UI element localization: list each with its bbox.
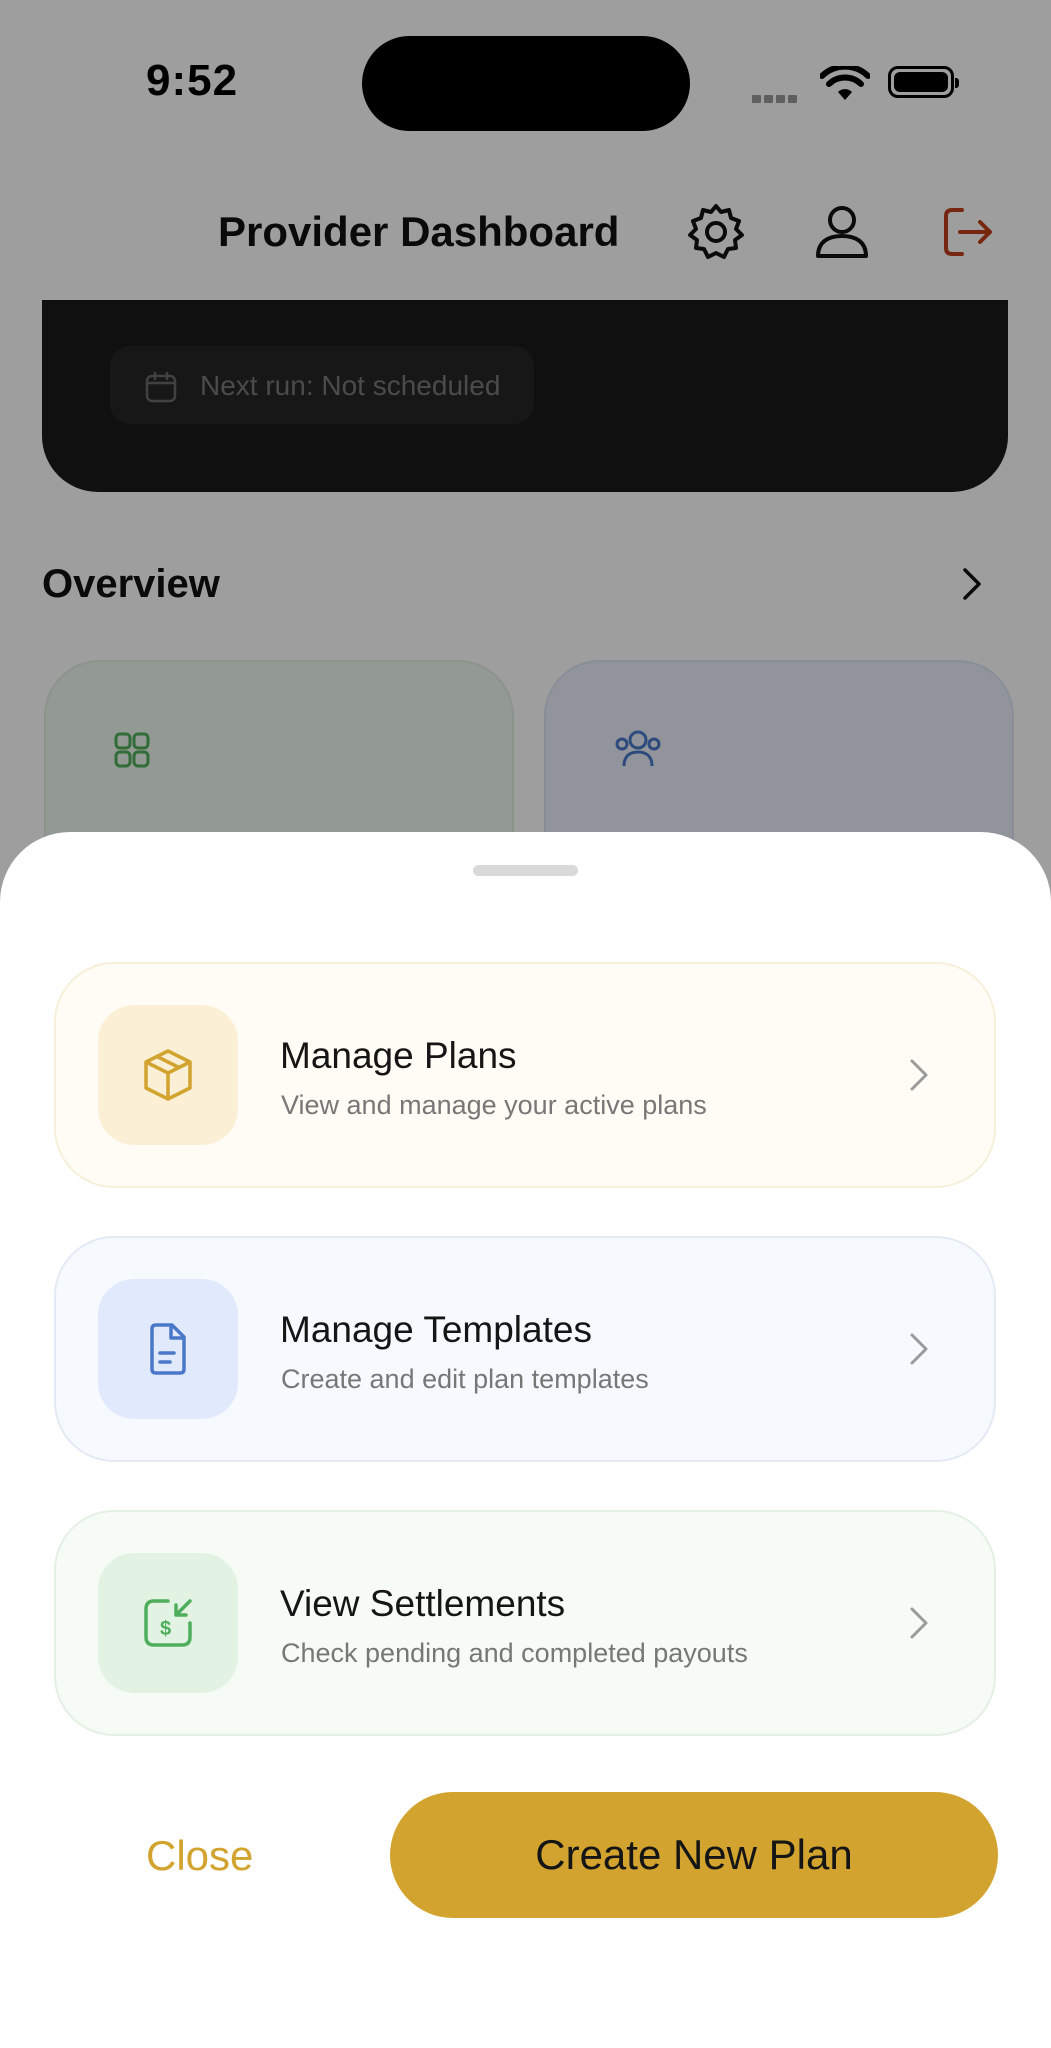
manage-templates-icon-box xyxy=(98,1279,238,1419)
box-icon xyxy=(144,1049,192,1101)
manage-templates-title: Manage Templates xyxy=(280,1309,592,1350)
document-icon xyxy=(150,1323,186,1375)
chevron-right-icon xyxy=(910,1059,928,1091)
create-new-plan-button[interactable]: Create New Plan xyxy=(390,1792,998,1918)
view-settlements-title: View Settlements xyxy=(280,1583,566,1624)
chevron-right-icon xyxy=(910,1607,928,1639)
settlement-icon: $ xyxy=(144,1599,192,1647)
view-settlements-icon-box: $ xyxy=(98,1553,238,1693)
manage-templates-subtitle: Create and edit plan templates xyxy=(281,1364,649,1394)
sheet-grabber[interactable] xyxy=(473,865,578,876)
manage-plans-icon-box xyxy=(98,1005,238,1145)
close-button[interactable]: Close xyxy=(146,1832,253,1880)
manage-plans-title: Manage Plans xyxy=(280,1035,517,1076)
view-settlements-subtitle: Check pending and completed payouts xyxy=(281,1638,748,1668)
chevron-right-icon xyxy=(910,1333,928,1365)
svg-text:$: $ xyxy=(160,1618,171,1640)
manage-plans-subtitle: View and manage your active plans xyxy=(281,1090,707,1120)
